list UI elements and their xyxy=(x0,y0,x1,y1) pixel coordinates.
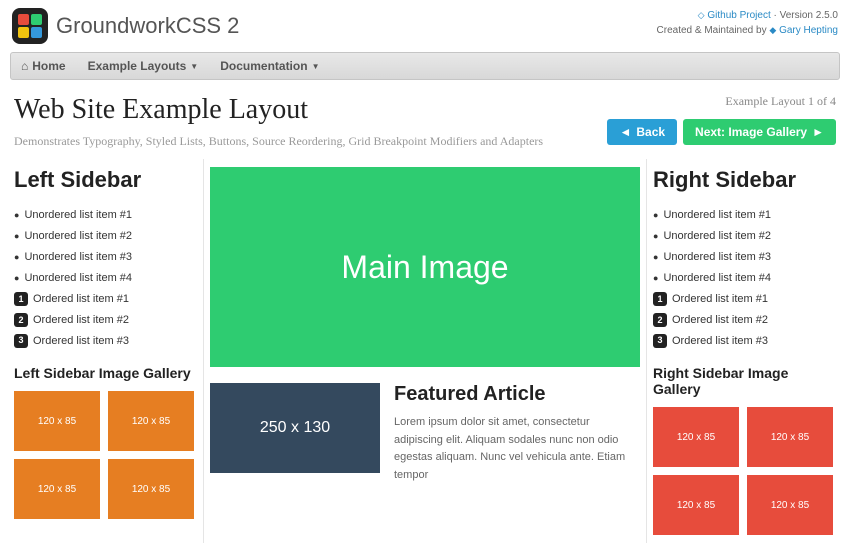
nav-home[interactable]: ⌂Home xyxy=(21,59,66,73)
number-badge: 3 xyxy=(14,334,28,348)
left-gallery-title: Left Sidebar Image Gallery xyxy=(14,365,197,381)
list-item: 2Ordered list item #2 xyxy=(14,310,197,331)
page-title: Web Site Example Layout xyxy=(14,94,543,126)
list-item: 3Ordered list item #3 xyxy=(14,331,197,352)
bullet-icon: ● xyxy=(14,249,19,266)
bullet-icon: ● xyxy=(14,228,19,245)
list-item: 1Ordered list item #1 xyxy=(653,289,836,310)
layout-counter: Example Layout 1 of 4 xyxy=(607,94,836,109)
right-gallery-title: Right Sidebar Image Gallery xyxy=(653,365,836,397)
article-image[interactable]: 250 x 130 xyxy=(210,383,380,473)
main-content: Main Image 250 x 130 Featured Article Lo… xyxy=(204,159,646,543)
right-sidebar: Right Sidebar ●Unordered list item #1 ●U… xyxy=(646,159,842,543)
right-gallery: 120 x 85 120 x 85 120 x 85 120 x 85 xyxy=(653,407,836,535)
bullet-icon: ● xyxy=(653,249,658,266)
list-item: ●Unordered list item #4 xyxy=(653,268,836,289)
github-link[interactable]: Github Project xyxy=(707,10,770,21)
thumbnail[interactable]: 120 x 85 xyxy=(747,475,833,535)
brand-title[interactable]: GroundworkCSS 2 xyxy=(56,13,239,39)
navbar: ⌂Home Example Layouts▼ Documentation▼ xyxy=(10,52,840,80)
thumbnail[interactable]: 120 x 85 xyxy=(108,459,194,519)
right-sidebar-title: Right Sidebar xyxy=(653,167,836,193)
logo[interactable] xyxy=(12,8,48,44)
list-item: ●Unordered list item #2 xyxy=(14,226,197,247)
nav-docs[interactable]: Documentation▼ xyxy=(220,59,319,73)
list-item: ●Unordered list item #1 xyxy=(653,205,836,226)
list-item: ●Unordered list item #3 xyxy=(653,247,836,268)
author-link[interactable]: Gary Hepting xyxy=(779,25,838,36)
thumbnail[interactable]: 120 x 85 xyxy=(653,475,739,535)
number-badge: 2 xyxy=(653,313,667,327)
bullet-icon: ● xyxy=(653,228,658,245)
bullet-icon: ● xyxy=(14,270,19,287)
number-badge: 1 xyxy=(653,292,667,306)
number-badge: 3 xyxy=(653,334,667,348)
thumbnail[interactable]: 120 x 85 xyxy=(14,459,100,519)
chevron-down-icon: ▼ xyxy=(312,62,320,71)
hero-image[interactable]: Main Image xyxy=(210,167,640,367)
thumbnail[interactable]: 120 x 85 xyxy=(653,407,739,467)
chevron-down-icon: ▼ xyxy=(190,62,198,71)
left-gallery: 120 x 85 120 x 85 120 x 85 120 x 85 xyxy=(14,391,197,519)
article-body: Lorem ipsum dolor sit amet, consectetur … xyxy=(394,414,640,484)
back-button[interactable]: ◄Back xyxy=(607,119,677,145)
left-sidebar: Left Sidebar ●Unordered list item #1 ●Un… xyxy=(8,159,204,543)
left-sidebar-title: Left Sidebar xyxy=(14,167,197,193)
list-item: 2Ordered list item #2 xyxy=(653,310,836,331)
list-item: ●Unordered list item #4 xyxy=(14,268,197,289)
thumbnail[interactable]: 120 x 85 xyxy=(747,407,833,467)
article-title: Featured Article xyxy=(394,383,640,406)
twitter-icon: ◆ xyxy=(769,25,776,35)
bullet-icon: ● xyxy=(14,207,19,224)
list-item: 3Ordered list item #3 xyxy=(653,331,836,352)
list-item: ●Unordered list item #3 xyxy=(14,247,197,268)
list-item: 1Ordered list item #1 xyxy=(14,289,197,310)
number-badge: 1 xyxy=(14,292,28,306)
number-badge: 2 xyxy=(14,313,28,327)
thumbnail[interactable]: 120 x 85 xyxy=(14,391,100,451)
bullet-icon: ● xyxy=(653,270,658,287)
next-button[interactable]: Next: Image Gallery► xyxy=(683,119,836,145)
page-subtitle: Demonstrates Typography, Styled Lists, B… xyxy=(14,132,543,151)
bullet-icon: ● xyxy=(653,207,658,224)
arrow-left-icon: ◄ xyxy=(619,125,631,139)
nav-layouts[interactable]: Example Layouts▼ xyxy=(88,59,199,73)
arrow-right-icon: ► xyxy=(812,125,824,139)
list-item: ●Unordered list item #1 xyxy=(14,205,197,226)
left-unordered-list: ●Unordered list item #1 ●Unordered list … xyxy=(14,205,197,351)
right-unordered-list: ●Unordered list item #1 ●Unordered list … xyxy=(653,205,836,351)
github-icon: ◇ xyxy=(698,10,705,20)
home-icon: ⌂ xyxy=(21,59,28,73)
list-item: ●Unordered list item #2 xyxy=(653,226,836,247)
thumbnail[interactable]: 120 x 85 xyxy=(108,391,194,451)
header-meta: ◇ Github Project · Version 2.5.0 Created… xyxy=(657,8,838,38)
